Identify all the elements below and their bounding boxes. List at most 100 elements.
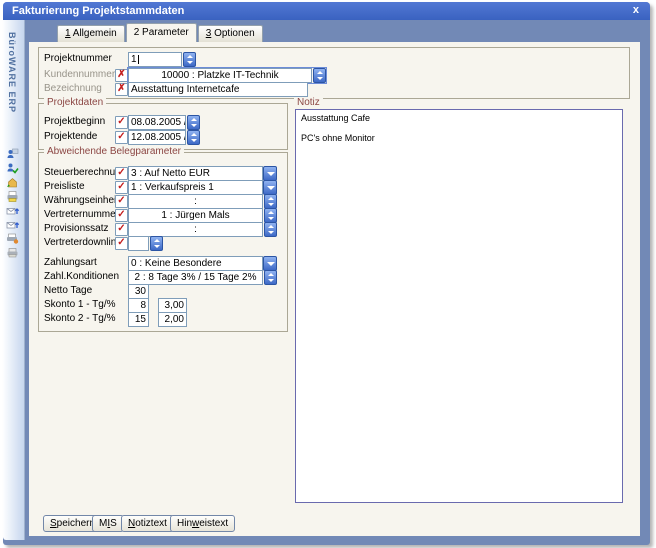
steuerberechnung-label: Steuerberechnung — [44, 167, 126, 178]
projektbeginn-control: 08.08.2005 /Mo — [128, 115, 200, 130]
close-icon[interactable]: x — [633, 4, 639, 16]
skonto2-control: 15 2,00 — [128, 312, 187, 327]
app-window: Fakturierung Projektstammdaten x BüroWAR… — [3, 2, 650, 545]
projektbeginn-label: Projektbeginn — [44, 116, 105, 127]
tab-parameter[interactable]: 2 Parameter — [126, 23, 197, 42]
red-check-icon: ✓ — [116, 131, 127, 142]
bezeichnung-lock-checkbox[interactable]: ✗ — [115, 83, 128, 96]
mail-import-icon[interactable] — [6, 218, 19, 231]
vertreterdownline-checkbox[interactable]: ✓ — [115, 237, 128, 250]
projektende-checkbox[interactable]: ✓ — [115, 131, 128, 144]
kundennummer-field[interactable]: 10000 : Platzke IT-Technik — [128, 68, 312, 83]
provisionssatz-checkbox[interactable]: ✓ — [115, 223, 128, 236]
skonto1-prozent-field[interactable]: 3,00 — [158, 298, 187, 313]
vertreterdownline-spinner[interactable] — [150, 236, 163, 251]
zahlungsart-value[interactable]: 0 : Keine Besondere — [128, 256, 263, 271]
red-cross-icon: ✗ — [116, 69, 127, 80]
projektbeginn-field[interactable]: 08.08.2005 /Mo — [128, 115, 186, 130]
red-check-icon: ✓ — [116, 237, 127, 248]
preisliste-label: Preisliste — [44, 181, 85, 192]
projektbeginn-checkbox[interactable]: ✓ — [115, 116, 128, 129]
home-sync-icon[interactable] — [6, 176, 19, 189]
zahlkonditionen-field[interactable]: 2 : 8 Tage 3% / 15 Tage 2% — [128, 270, 263, 285]
vertreternummer-label: Vertreternummer — [44, 209, 119, 220]
provisionssatz-field[interactable]: : — [128, 222, 263, 237]
zahlungsart-label: Zahlungsart — [44, 257, 97, 268]
waehrungseinheit-checkbox[interactable]: ✓ — [115, 195, 128, 208]
netto-tage-control: 30 — [128, 284, 149, 299]
notiz-title: Notiz — [294, 97, 323, 108]
tab-bar: 1 Allgemein 2 Parameter 3 Optionen — [57, 25, 263, 42]
skonto1-tage-field[interactable]: 8 — [128, 298, 149, 313]
waehrungseinheit-field[interactable]: : — [128, 194, 263, 209]
kundennummer-spinner[interactable] — [313, 68, 326, 83]
skonto2-label: Skonto 2 - Tg/% — [44, 313, 116, 324]
skonto2-prozent-field[interactable]: 2,00 — [158, 312, 187, 327]
chevron-down-icon[interactable] — [263, 180, 277, 195]
zahlkonditionen-label: Zahl.Konditionen — [44, 271, 119, 282]
mis-button[interactable]: MIS — [92, 515, 124, 532]
screen: Fakturierung Projektstammdaten x BüroWAR… — [0, 0, 656, 548]
skonto1-control: 8 3,00 — [128, 298, 187, 313]
zahlkonditionen-spinner[interactable] — [264, 270, 277, 285]
provisionssatz-control: : — [128, 222, 277, 237]
preisliste-checkbox[interactable]: ✓ — [115, 181, 128, 194]
hinweistext-button[interactable]: Hinweistext — [170, 515, 235, 532]
provisionssatz-label: Provisionssatz — [44, 223, 108, 234]
bezeichnung-control: Ausstattung Internetcafe — [128, 82, 308, 97]
projektnummer-label: Projektnummer — [44, 53, 112, 64]
kundennummer-lock-checkbox[interactable]: ✗ — [115, 69, 128, 82]
sidebar-toolbar — [6, 148, 19, 259]
steuerberechnung-combobox: 3 : Auf Netto EUR — [128, 166, 277, 181]
netto-tage-field[interactable]: 30 — [128, 284, 149, 299]
notiz-textarea[interactable]: Ausstattung Cafe PC's ohne Monitor — [295, 109, 623, 503]
red-check-icon: ✓ — [116, 223, 127, 234]
notiz-line: Ausstattung Cafe — [301, 113, 617, 123]
skonto2-tage-field[interactable]: 15 — [128, 312, 149, 327]
red-check-icon: ✓ — [116, 209, 127, 220]
steuerberechnung-checkbox[interactable]: ✓ — [115, 167, 128, 180]
window-title: Fakturierung Projektstammdaten — [3, 2, 650, 20]
tab-optionen[interactable]: 3 Optionen — [198, 25, 263, 42]
projektende-label: Projektende — [44, 131, 97, 142]
preisliste-value[interactable]: 1 : Verkaufspreis 1 — [128, 180, 263, 195]
vertreternummer-field[interactable]: 1 : Jürgen Mals — [128, 208, 263, 223]
vertreternummer-spinner[interactable] — [264, 208, 277, 223]
parameter-page: Projektnummer 1 Kundennummer ✗ 10000 : P… — [29, 42, 640, 536]
provisionssatz-spinner[interactable] — [264, 222, 277, 237]
bezeichnung-field[interactable]: Ausstattung Internetcafe — [128, 82, 308, 97]
print-color-icon[interactable] — [6, 190, 19, 203]
zahlungsart-combobox: 0 : Keine Besondere — [128, 256, 277, 271]
kundennummer-label: Kundennummer — [44, 69, 115, 80]
text-caret — [138, 55, 139, 64]
projektende-field[interactable]: 12.08.2005 /Fr — [128, 130, 186, 145]
print-user-icon[interactable] — [6, 232, 19, 245]
vertreterdownline-label: Vertreterdownline — [44, 237, 122, 248]
waehrungseinheit-label: Währungseinheit — [44, 195, 119, 206]
projektbeginn-spinner[interactable] — [187, 115, 200, 130]
print-lock-icon[interactable] — [6, 246, 19, 259]
chevron-down-icon[interactable] — [263, 256, 277, 271]
steuerberechnung-value[interactable]: 3 : Auf Netto EUR — [128, 166, 263, 181]
waehrungseinheit-spinner[interactable] — [264, 194, 277, 209]
projektende-spinner[interactable] — [187, 130, 200, 145]
notiz-group: Notiz Ausstattung Cafe PC's ohne Monitor — [293, 103, 625, 505]
vertreternummer-checkbox[interactable]: ✓ — [115, 209, 128, 222]
skonto1-label: Skonto 1 - Tg/% — [44, 299, 116, 310]
zahlkonditionen-control: 2 : 8 Tage 3% / 15 Tage 2% — [128, 270, 277, 285]
title-bar[interactable]: Fakturierung Projektstammdaten x — [3, 2, 650, 20]
notiztext-button[interactable]: Notiztext — [121, 515, 174, 532]
chevron-down-icon[interactable] — [263, 166, 277, 181]
mail-export-icon[interactable] — [6, 204, 19, 217]
vertreterdownline-field[interactable] — [128, 236, 149, 251]
belegparameter-title: Abweichende Belegparameter — [44, 146, 184, 157]
user-check-icon[interactable] — [6, 162, 19, 175]
projektnummer-spinner[interactable] — [183, 52, 196, 67]
red-check-icon: ✓ — [116, 195, 127, 206]
tab-allgemein[interactable]: 1 Allgemein — [57, 25, 125, 42]
projektnummer-field[interactable]: 1 — [128, 52, 182, 67]
user-card-icon[interactable] — [6, 148, 19, 161]
projektdaten-title: Projektdaten — [44, 97, 106, 108]
brand-sidebar: BüroWARE ERP — [3, 20, 25, 540]
preisliste-combobox: 1 : Verkaufspreis 1 — [128, 180, 277, 195]
